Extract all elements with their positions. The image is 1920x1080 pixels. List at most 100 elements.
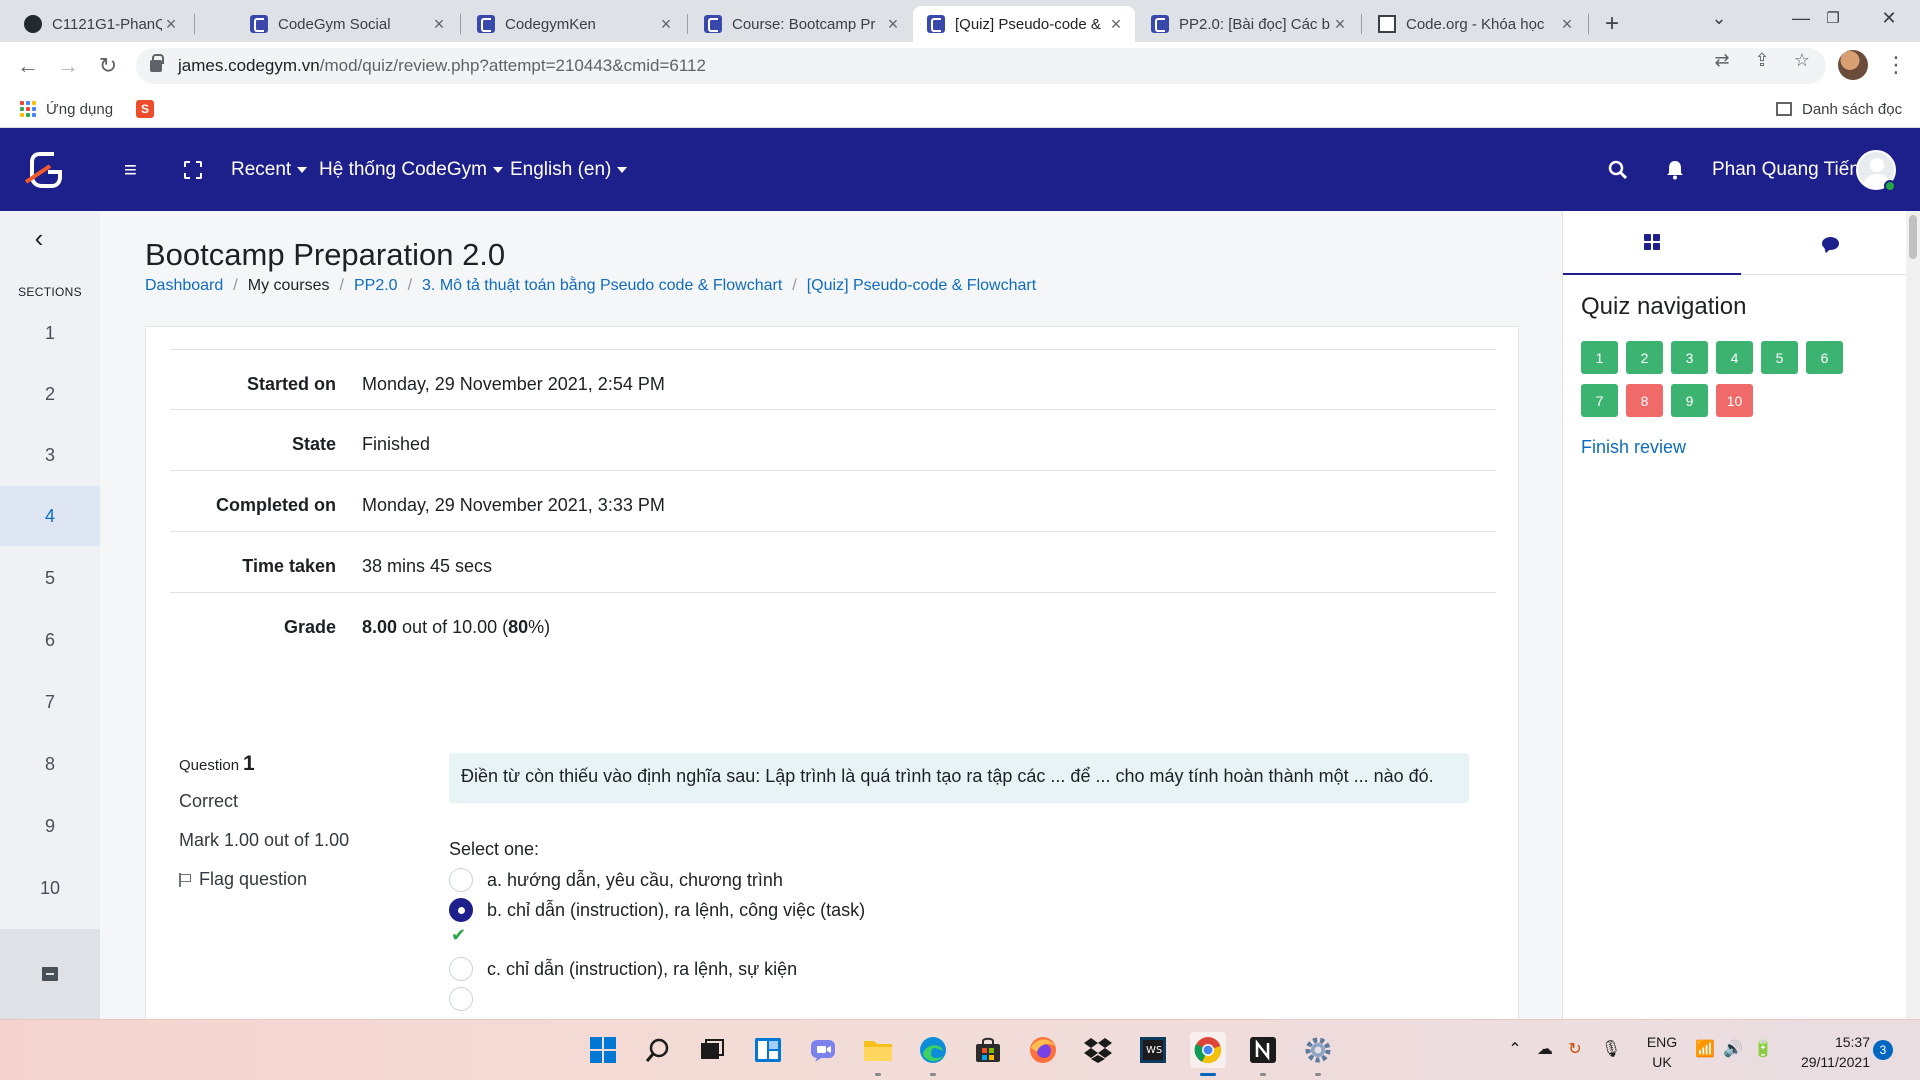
codegym-logo[interactable] [22,146,70,194]
close-icon[interactable]: × [1558,14,1576,35]
quiz-nav-button[interactable]: 9 [1671,384,1708,417]
quiz-nav-button[interactable]: 8 [1626,384,1663,417]
firefox-icon[interactable] [1025,1032,1061,1068]
answer-option[interactable]: a. hướng dẫn, yêu cầu, chương trình [449,868,783,892]
search-icon[interactable] [640,1032,676,1068]
section-item[interactable]: 7 [0,672,100,732]
quiz-nav-button[interactable]: 3 [1671,341,1708,374]
close-icon[interactable]: × [162,14,180,35]
quiz-nav-button[interactable]: 7 [1581,384,1618,417]
finish-review-link[interactable]: Finish review [1581,437,1686,458]
answer-option-selected[interactable]: b. chỉ dẫn (instruction), ra lệnh, công … [449,898,865,922]
search-icon[interactable] [1608,128,1628,211]
dropbox-icon[interactable] [1080,1032,1116,1068]
browser-tab[interactable]: PP2.0: [Bài đọc] Các b × [1137,6,1359,42]
onedrive-cloud-icon[interactable]: ☁ [1534,1038,1556,1060]
section-item[interactable]: 2 [0,364,100,424]
sync-icon[interactable]: ↻ [1564,1038,1586,1060]
task-view-icon[interactable] [694,1032,730,1068]
flag-question-button[interactable]: Flag question [179,866,409,893]
section-item[interactable]: 3 [0,425,100,485]
reload-icon[interactable]: ↻ [92,50,124,82]
notion-icon[interactable] [1245,1032,1281,1076]
browser-tab[interactable]: Course: Bootcamp Pr × [690,6,912,42]
section-item[interactable]: 8 [0,734,100,794]
bell-icon[interactable] [1666,128,1684,211]
page-scrollbar[interactable] [1906,211,1920,1019]
chevron-up-icon[interactable]: ⌃ [1504,1038,1526,1060]
section-item[interactable]: 1 [0,303,100,363]
settings-gear-icon[interactable] [1300,1032,1336,1076]
section-item[interactable]: 10 [0,858,100,918]
widgets-icon[interactable] [750,1032,786,1068]
store-icon[interactable] [970,1032,1006,1068]
volume-icon[interactable]: 🔊 [1722,1038,1744,1060]
windows-start-icon[interactable] [585,1032,621,1068]
apps-bookmark[interactable]: Ứng dụng [20,98,113,120]
radio-button[interactable] [449,957,473,981]
quiz-nav-button[interactable]: 10 [1716,384,1753,417]
microphone-icon[interactable]: 🎙 [1600,1038,1622,1060]
browser-tab[interactable]: Code.org - Khóa học × [1364,6,1586,42]
bookmark-star-icon[interactable]: ☆ [1792,50,1812,70]
close-icon[interactable]: × [884,14,902,35]
section-item-active[interactable]: 4 [0,486,100,546]
breadcrumb-dashboard[interactable]: Dashboard [145,277,223,295]
shopee-bookmark[interactable]: S [136,98,154,120]
browser-tab-active[interactable]: [Quiz] Pseudo-code & × [913,6,1135,42]
quiz-nav-button[interactable]: 5 [1761,341,1798,374]
chrome-icon[interactable] [1190,1032,1226,1076]
quiz-nav-button[interactable]: 6 [1806,341,1843,374]
scrollbar-thumb[interactable] [1909,215,1917,259]
forward-icon[interactable]: → [52,50,84,82]
breadcrumb-course[interactable]: PP2.0 [354,277,398,295]
teams-chat-icon[interactable] [805,1032,841,1068]
close-icon[interactable]: × [657,14,675,35]
browser-tab[interactable]: CodeGym Social × [236,6,458,42]
chevron-left-icon[interactable]: ‹ [26,223,52,253]
window-close-icon[interactable]: ✕ [1866,0,1912,36]
edge-browser-icon[interactable] [915,1032,951,1076]
section-item[interactable]: 5 [0,548,100,608]
answer-option[interactable]: c. chỉ dẫn (instruction), ra lệnh, sự ki… [449,957,797,981]
quiz-nav-button[interactable]: 1 [1581,341,1618,374]
system-menu[interactable]: Hệ thống CodeGym [319,128,503,211]
close-icon[interactable]: × [430,14,448,35]
clock[interactable]: 15:37 29/11/2021 [1786,1032,1870,1072]
tab-messages[interactable] [1741,211,1919,275]
breadcrumb-quiz[interactable]: [Quiz] Pseudo-code & Flowchart [807,277,1036,295]
recent-menu[interactable]: Recent [231,128,308,211]
close-icon[interactable]: × [1107,14,1125,35]
user-name[interactable]: Phan Quang Tiến [1712,128,1860,211]
hamburger-menu-icon[interactable]: ≡ [124,128,137,211]
restore-icon[interactable]: ❐ [1810,0,1856,36]
translate-icon[interactable]: ⇄ [1712,50,1732,70]
profile-avatar[interactable] [1838,50,1868,80]
reading-list-button[interactable]: Danh sách đọc [1776,98,1902,120]
share-icon[interactable]: ⇪ [1752,50,1772,70]
close-icon[interactable]: × [1331,14,1349,35]
tab-blocks[interactable] [1563,211,1741,275]
language-menu[interactable]: English (en) [510,128,628,211]
section-item[interactable]: 6 [0,610,100,670]
kebab-menu-icon[interactable]: ⋮ [1884,50,1908,80]
answer-option-partial[interactable] [449,987,487,1011]
radio-button-checked[interactable] [449,898,473,922]
file-explorer-icon[interactable] [860,1032,896,1076]
quiz-nav-button[interactable]: 2 [1626,341,1663,374]
drawer-footer[interactable] [0,929,100,1019]
radio-button[interactable] [449,868,473,892]
fullscreen-icon[interactable] [184,128,202,211]
wifi-icon[interactable]: 📶 [1694,1038,1716,1060]
address-bar[interactable]: james.codegym.vn/mod/quiz/review.php?att… [136,48,1826,84]
jetbrains-icon[interactable]: WS [1135,1032,1171,1068]
tab-search-icon[interactable]: ⌄ [1696,0,1742,36]
browser-tab[interactable]: CodegymKen × [463,6,685,42]
battery-icon[interactable]: 🔋 [1752,1038,1774,1060]
browser-tab[interactable]: C1121G1-PhanQuang × [10,6,190,42]
back-icon[interactable]: ← [12,50,44,82]
notification-count-badge[interactable]: 3 [1873,1040,1893,1060]
quiz-nav-button[interactable]: 4 [1716,341,1753,374]
breadcrumb-section[interactable]: 3. Mô tả thuật toán bằng Pseudo code & F… [422,277,782,295]
radio-button[interactable] [449,987,473,1011]
